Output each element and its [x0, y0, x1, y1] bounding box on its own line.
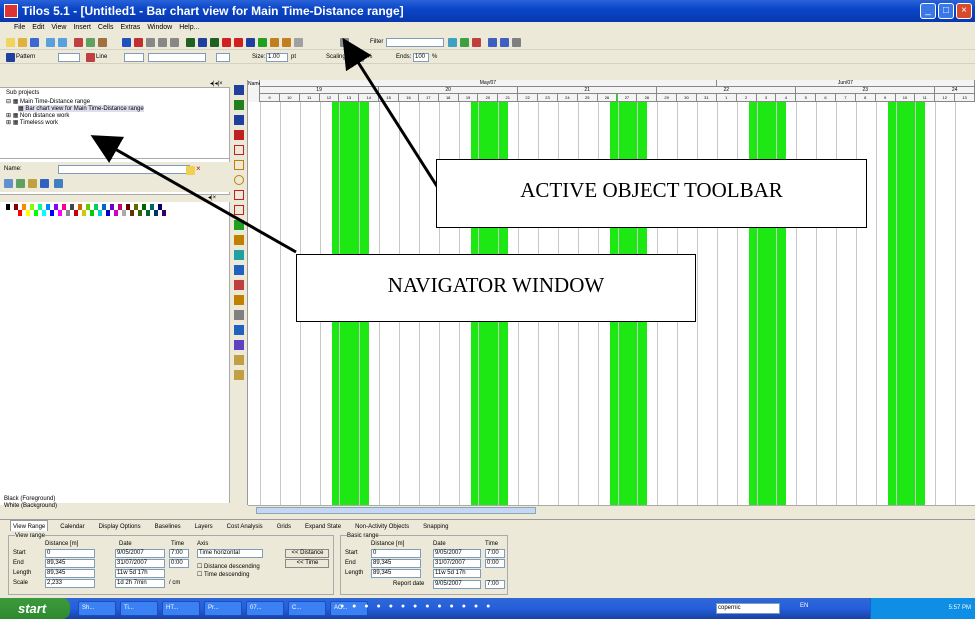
arrow-to-active-object-toolbar: [342, 37, 442, 192]
navigator-window-callout: NAVIGATOR WINDOW: [296, 254, 696, 322]
arrow-to-navigator-window: [90, 135, 297, 254]
active-object-toolbar-callout: ACTIVE OBJECT TOOLBAR: [436, 159, 867, 228]
